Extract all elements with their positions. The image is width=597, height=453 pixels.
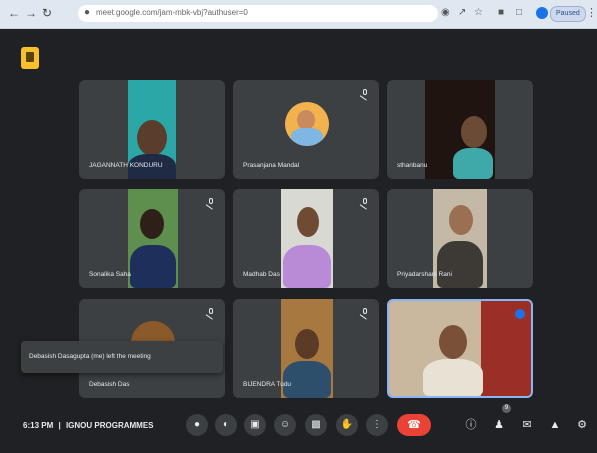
people-icon: ♟	[494, 419, 504, 431]
site-info-icon[interactable]: ●	[84, 7, 90, 18]
participant-tile[interactable]: Madhab Das	[233, 189, 379, 288]
back-icon[interactable]: ←	[8, 6, 20, 20]
participant-tile[interactable]: Priyadarshani Rani	[387, 189, 533, 288]
speaking-indicator-icon	[515, 309, 525, 319]
camera-permission-icon[interactable]: ◉	[441, 7, 450, 19]
person-body	[423, 359, 483, 396]
muted-mic-icon	[361, 198, 369, 208]
participant-tile[interactable]: BIJENDRA Tudu	[233, 299, 379, 398]
participant-tile-active-speaker[interactable]	[387, 299, 533, 398]
info-icon: ⓘ	[465, 419, 477, 431]
raise-hand-button[interactable]: ✋	[336, 414, 358, 436]
profile-avatar[interactable]	[536, 7, 548, 19]
forward-icon[interactable]: →	[25, 6, 37, 20]
share-icon[interactable]: ↗	[458, 7, 466, 19]
end-call-button[interactable]: ☎	[397, 414, 431, 436]
chat-button[interactable]: ✉	[520, 417, 534, 433]
person-head	[297, 207, 319, 237]
person-head	[461, 116, 487, 148]
person-head	[140, 209, 164, 239]
present-screen-icon: ▩	[311, 419, 321, 430]
present-button[interactable]: ▩	[305, 414, 327, 436]
muted-mic-icon	[361, 89, 369, 99]
browser-menu-icon[interactable]: ⋮	[586, 6, 597, 19]
person-head	[137, 120, 167, 156]
participant-name: Sonalika Saha	[89, 271, 131, 278]
notification-toast: Debasish Dasagupta (me) left the meeting	[21, 341, 223, 373]
camera-button[interactable]: ▣	[244, 414, 266, 436]
person-body	[291, 128, 323, 146]
captions-icon: ◐	[222, 419, 230, 430]
address-bar[interactable]: ● meet.google.com/jam-mbk-vbj?authuser=0	[78, 5, 438, 22]
more-options-icon: ⋮	[372, 419, 382, 430]
url-text: meet.google.com/jam-mbk-vbj?authuser=0	[96, 8, 248, 17]
person-body	[453, 148, 493, 179]
participant-name: Prasanjana Mandal	[243, 162, 300, 169]
people-button[interactable]: ♟	[492, 417, 506, 433]
bookmark-star-icon[interactable]: ☆	[474, 7, 483, 19]
mic-button[interactable]: ●	[186, 414, 208, 436]
people-count-badge: 9	[502, 404, 511, 413]
participant-video	[389, 301, 531, 396]
profile-status-label[interactable]: Paused	[550, 6, 586, 22]
participant-name: sthanbanu	[397, 162, 428, 169]
browser-toolbar: ← → ↻ ● meet.google.com/jam-mbk-vbj?auth…	[0, 0, 597, 29]
person-head	[439, 325, 467, 359]
end-call-icon: ☎	[407, 419, 421, 431]
participant-name: BIJENDRA Tudu	[243, 381, 292, 388]
person-head	[449, 205, 473, 235]
person-head	[297, 110, 315, 130]
raise-hand-icon: ✋	[340, 419, 354, 430]
participant-tile[interactable]: JAGANNATH KONDURU	[79, 80, 225, 179]
extensions-icon[interactable]: ■	[498, 7, 504, 19]
participant-name: JAGANNATH KONDURU	[89, 162, 163, 169]
participant-video	[128, 189, 178, 288]
camera-icon: ▣	[250, 419, 260, 430]
host-controls-button[interactable]: ⚙	[575, 417, 589, 433]
muted-mic-icon	[361, 308, 369, 318]
person-head	[295, 329, 319, 359]
participant-name: Madhab Das	[243, 271, 280, 278]
chat-icon: ✉	[522, 419, 532, 431]
person-body	[283, 361, 331, 398]
side-panel-icon[interactable]: □	[516, 7, 522, 19]
muted-mic-icon	[207, 308, 215, 318]
meeting-title: IGNOU PROGRAMMES	[65, 421, 154, 430]
mic-icon: ●	[193, 419, 201, 430]
activities-icon: ▲	[549, 419, 561, 431]
participant-video	[281, 189, 333, 288]
muted-mic-icon	[207, 198, 215, 208]
participant-tile[interactable]: sthanbanu	[387, 80, 533, 179]
meeting-time: 6:13 PM	[23, 421, 54, 430]
person-body	[437, 241, 483, 288]
activities-button[interactable]: ▲	[548, 417, 562, 433]
captions-button[interactable]: ◐	[215, 414, 237, 436]
reload-icon[interactable]: ↻	[42, 6, 52, 20]
participant-avatar	[285, 102, 329, 146]
emoji-icon: ☺	[279, 419, 291, 430]
meeting-info: 6:13 PM | IGNOU PROGRAMMES	[23, 421, 154, 430]
meet-logo-mark	[26, 52, 34, 62]
emoji-button[interactable]: ☺	[274, 414, 296, 436]
meet-logo	[21, 47, 39, 69]
more-options-button[interactable]: ⋮	[366, 414, 388, 436]
participant-name: Priyadarshani Rani	[397, 271, 452, 278]
meeting-separator: |	[58, 421, 61, 430]
toast-text: Debasish Dasagupta (me) left the meeting	[29, 353, 151, 360]
participant-tile[interactable]: Sonalika Saha	[79, 189, 225, 288]
participant-name: Debasish Das	[89, 381, 130, 388]
screen: ← → ↻ ● meet.google.com/jam-mbk-vbj?auth…	[0, 0, 597, 453]
person-body	[130, 245, 176, 288]
participant-video	[425, 80, 495, 179]
host-controls-icon: ⚙	[577, 419, 587, 431]
info-button[interactable]: ⓘ	[464, 417, 478, 433]
person-body	[283, 245, 331, 288]
participant-tile[interactable]: Prasanjana Mandal	[233, 80, 379, 179]
